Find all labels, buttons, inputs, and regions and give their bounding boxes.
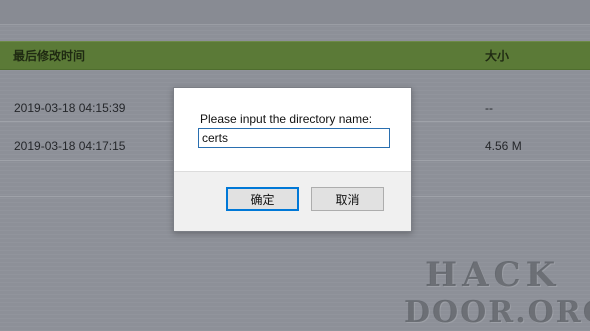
table-row-1-modified: 2019-03-18 04:15:39 (14, 101, 126, 115)
dialog-content-area: Please input the directory name: (174, 88, 411, 172)
directory-name-input[interactable] (198, 128, 390, 148)
top-toolbar-strip (0, 0, 590, 25)
watermark-line-2: DOOR.ORG (404, 295, 590, 330)
ok-button[interactable]: 确定 (226, 187, 299, 211)
directory-name-dialog: Please input the directory name: 确定 取消 (173, 87, 412, 232)
table-row-2-size: 4.56 M (485, 139, 522, 153)
table-row-1-size: -- (485, 101, 493, 115)
table-row-2-modified: 2019-03-18 04:17:15 (14, 139, 126, 153)
watermark-line-1: HACK (425, 255, 561, 295)
dialog-prompt: Please input the directory name: (200, 112, 373, 126)
column-header-size[interactable]: 大小 (485, 47, 509, 64)
cancel-button[interactable]: 取消 (311, 187, 384, 211)
column-header-modified-time[interactable]: 最后修改时间 (13, 47, 85, 64)
